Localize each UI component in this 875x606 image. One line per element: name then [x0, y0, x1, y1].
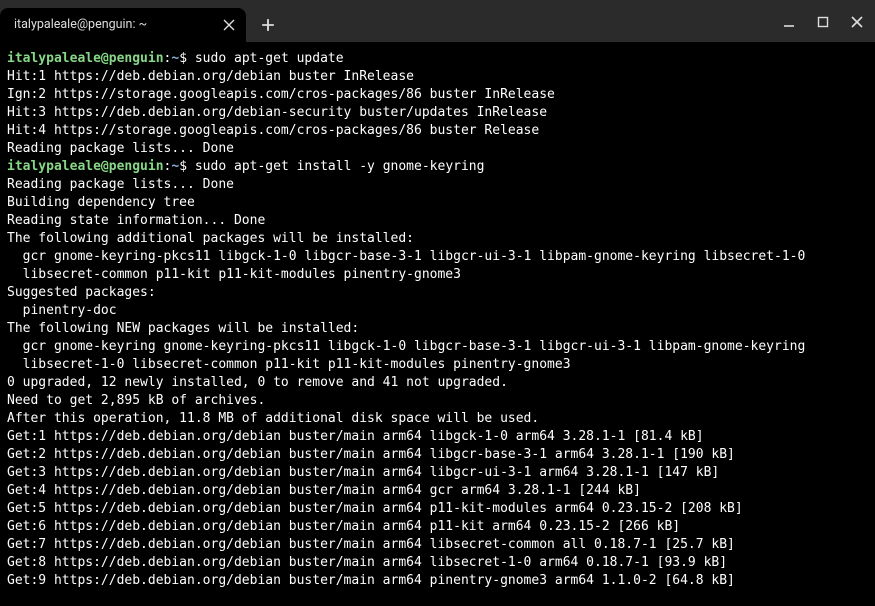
terminal-line: gcr gnome-keyring gnome-keyring-pkcs11 l… — [7, 338, 868, 356]
terminal-line: Reading package lists... Done — [7, 140, 868, 158]
close-window-button[interactable] — [843, 8, 871, 36]
terminal-line: italypaleale@penguin:~$ sudo apt-get upd… — [7, 50, 868, 68]
terminal-line: 0 upgraded, 12 newly installed, 0 to rem… — [7, 374, 868, 392]
terminal-line: Get:6 https://deb.debian.org/debian bust… — [7, 518, 868, 536]
terminal-line: After this operation, 11.8 MB of additio… — [7, 410, 868, 428]
close-icon — [851, 16, 863, 28]
terminal-line: Building dependency tree — [7, 194, 868, 212]
window-controls — [775, 8, 871, 36]
new-tab-button[interactable] — [254, 11, 282, 39]
active-tab[interactable]: italypaleale@penguin: ~ — [0, 8, 246, 42]
terminal-line: Get:3 https://deb.debian.org/debian bust… — [7, 464, 868, 482]
terminal-line: Suggested packages: — [7, 284, 868, 302]
maximize-button[interactable] — [809, 8, 837, 36]
close-tab-button[interactable] — [220, 16, 238, 34]
terminal-line: libsecret-common p11-kit p11-kit-modules… — [7, 266, 868, 284]
terminal-line: The following additional packages will b… — [7, 230, 868, 248]
terminal-line: Get:4 https://deb.debian.org/debian bust… — [7, 482, 868, 500]
minimize-button[interactable] — [775, 8, 803, 36]
terminal-line: Ign:2 https://storage.googleapis.com/cro… — [7, 86, 868, 104]
command-text: sudo apt-get update — [195, 51, 344, 66]
close-icon — [223, 19, 235, 31]
prompt-dollar: $ — [179, 51, 195, 66]
plus-icon — [261, 18, 275, 32]
terminal-line: Hit:4 https://storage.googleapis.com/cro… — [7, 122, 868, 140]
terminal-line: Get:2 https://deb.debian.org/debian bust… — [7, 446, 868, 464]
minimize-icon — [783, 16, 795, 28]
terminal-line: Hit:1 https://deb.debian.org/debian bust… — [7, 68, 868, 86]
terminal-line: Get:5 https://deb.debian.org/debian bust… — [7, 500, 868, 518]
tab-title: italypaleale@penguin: ~ — [14, 16, 220, 34]
terminal-line: Reading state information... Done — [7, 212, 868, 230]
terminal-line: Need to get 2,895 kB of archives. — [7, 392, 868, 410]
titlebar: italypaleale@penguin: ~ — [0, 0, 875, 42]
terminal-line: Get:7 https://deb.debian.org/debian bust… — [7, 536, 868, 554]
terminal-line: Reading package lists... Done — [7, 176, 868, 194]
terminal-content[interactable]: italypaleale@penguin:~$ sudo apt-get upd… — [0, 42, 875, 598]
terminal-line: gcr gnome-keyring-pkcs11 libgck-1-0 libg… — [7, 248, 868, 266]
terminal-line: Get:9 https://deb.debian.org/debian bust… — [7, 572, 868, 590]
prompt-dollar: $ — [179, 159, 195, 174]
terminal-line: Get:1 https://deb.debian.org/debian bust… — [7, 428, 868, 446]
terminal-line: libsecret-1-0 libsecret-common p11-kit p… — [7, 356, 868, 374]
prompt-user-host: italypaleale@penguin — [7, 159, 164, 174]
prompt-user-host: italypaleale@penguin — [7, 51, 164, 66]
terminal-line: The following NEW packages will be insta… — [7, 320, 868, 338]
maximize-icon — [817, 16, 829, 28]
terminal-line: Get:8 https://deb.debian.org/debian bust… — [7, 554, 868, 572]
terminal-line: pinentry-doc — [7, 302, 868, 320]
terminal-line: Hit:3 https://deb.debian.org/debian-secu… — [7, 104, 868, 122]
command-text: sudo apt-get install -y gnome-keyring — [195, 159, 485, 174]
terminal-line: italypaleale@penguin:~$ sudo apt-get ins… — [7, 158, 868, 176]
